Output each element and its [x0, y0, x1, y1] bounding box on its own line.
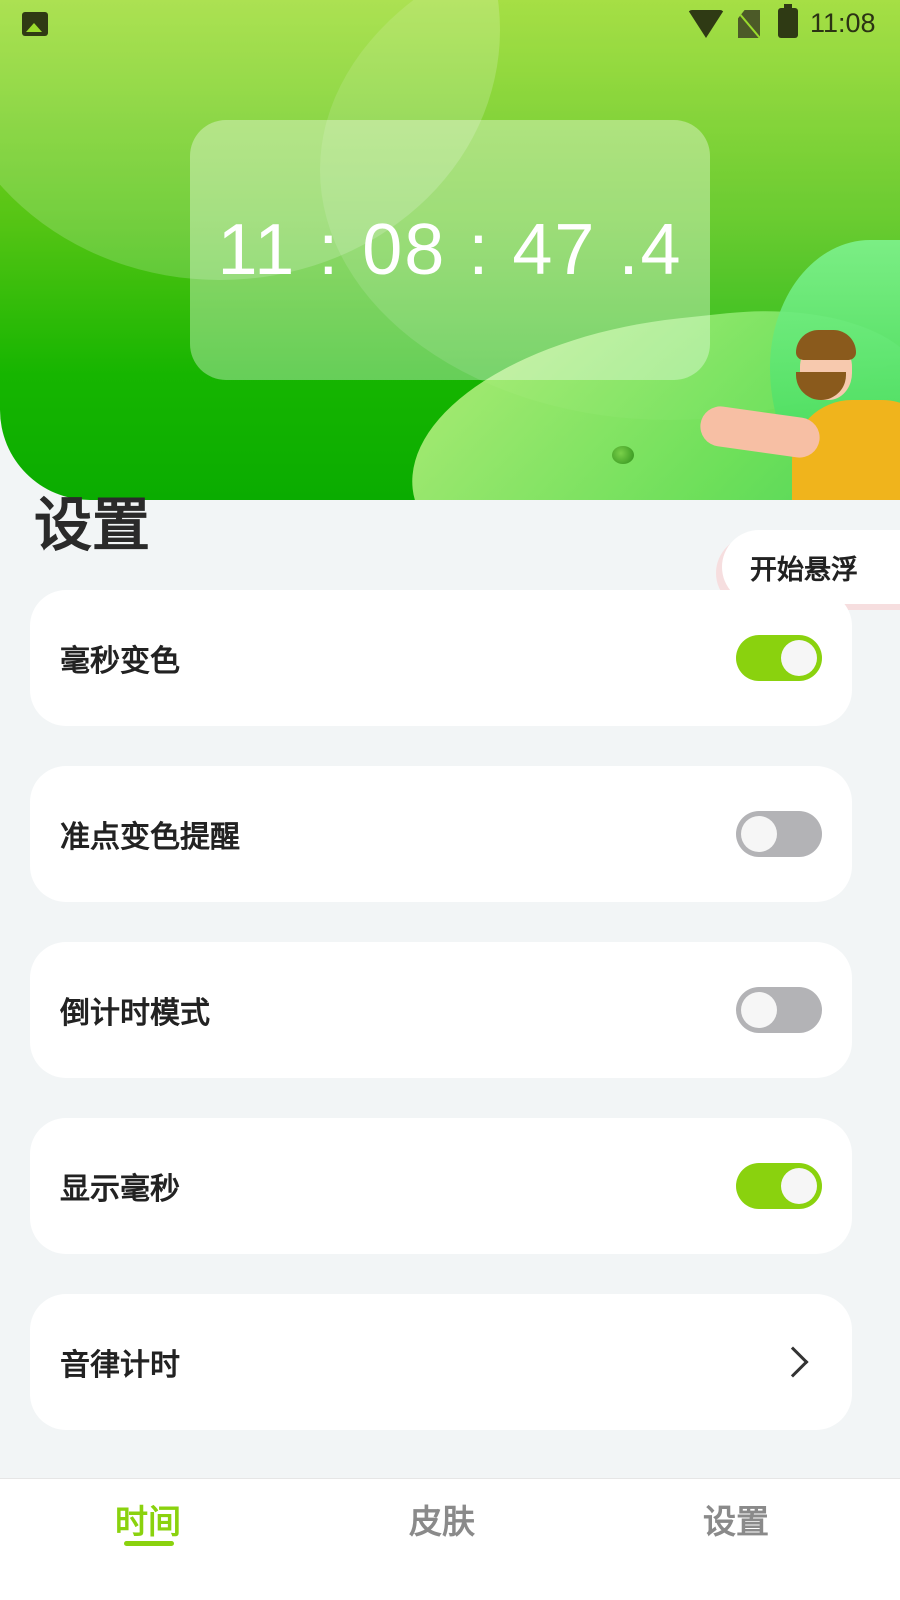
status-time: 11:08 [810, 8, 876, 38]
toggle-knob [741, 816, 777, 852]
person-hair [796, 330, 856, 360]
clock-display: 11 : 08 : 47 .4 [190, 120, 710, 380]
wifi-icon [688, 10, 724, 38]
clock-time: 11 : 08 : 47 .4 [217, 210, 683, 290]
tab-settings[interactable]: 设置 [676, 1495, 796, 1543]
tab-skin[interactable]: 皮肤 [382, 1495, 502, 1543]
page-title: 设置 [34, 491, 151, 559]
start-float-label: 开始悬浮 [750, 554, 858, 586]
setting-rhythm-timer[interactable]: 音律计时 [30, 1294, 852, 1430]
countdown-mode-toggle[interactable] [736, 987, 822, 1033]
battery-charging-icon [778, 4, 798, 38]
hourly-reminder-toggle[interactable] [736, 811, 822, 857]
tab-time[interactable]: 时间 [88, 1495, 208, 1543]
setting-ms-color: 毫秒变色 [30, 590, 852, 726]
setting-label: 准点变色提醒 [60, 820, 240, 855]
header-banner: 11 : 08 : 47 .4 11:08 [0, 0, 900, 500]
show-ms-toggle[interactable] [736, 1163, 822, 1209]
toggle-knob [781, 1168, 817, 1204]
chevron-right-icon [777, 1346, 809, 1378]
setting-show-ms: 显示毫秒 [30, 1118, 852, 1254]
bottom-nav: 时间 皮肤 设置 [0, 1478, 900, 1600]
no-sim-icon [738, 10, 760, 38]
ms-color-toggle[interactable] [736, 635, 822, 681]
person-arm [697, 403, 823, 461]
active-tab-indicator [124, 1541, 174, 1546]
toggle-knob [781, 640, 817, 676]
person-illustration [697, 330, 900, 500]
toggle-knob [741, 992, 777, 1028]
setting-countdown-mode: 倒计时模式 [30, 942, 852, 1078]
status-bar: 11:08 [0, 0, 900, 50]
setting-label: 毫秒变色 [60, 644, 180, 679]
setting-hourly-reminder: 准点变色提醒 [30, 766, 852, 902]
setting-label: 显示毫秒 [60, 1172, 180, 1207]
setting-label: 倒计时模式 [60, 996, 210, 1031]
setting-label: 音律计时 [60, 1348, 180, 1383]
seed-illustration [612, 446, 634, 464]
image-notification-icon [22, 12, 48, 36]
